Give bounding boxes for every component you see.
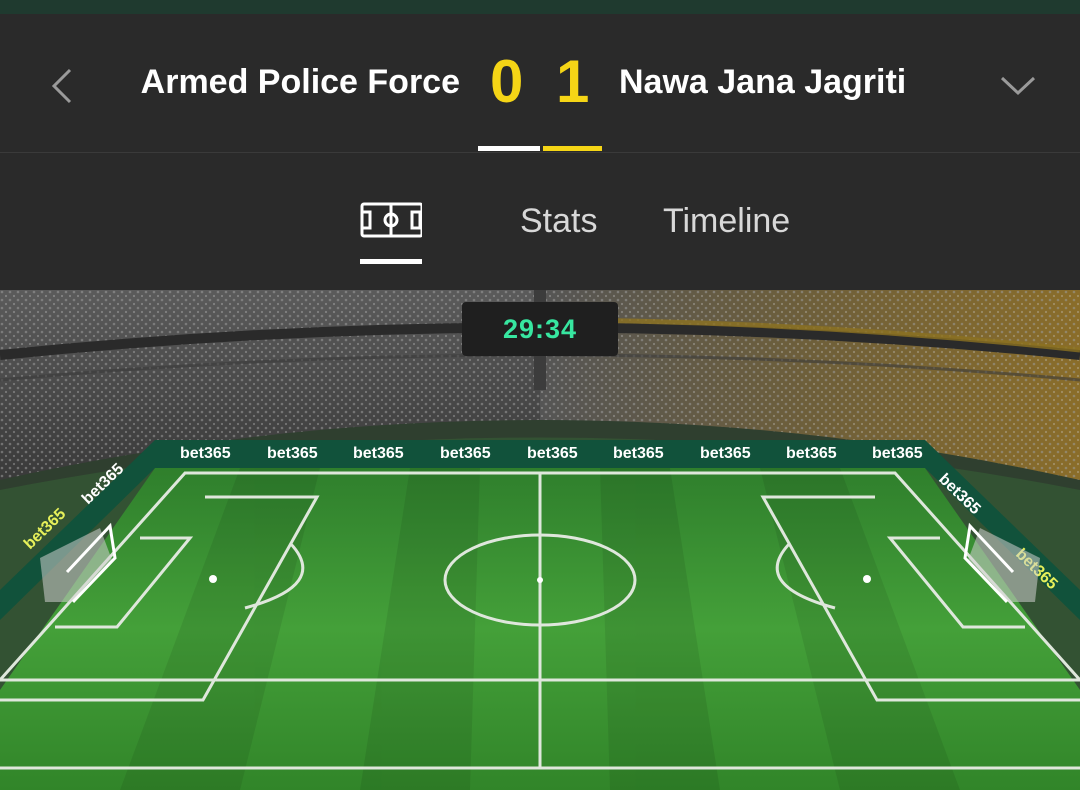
view-tabs: Stats Timeline: [0, 153, 1080, 290]
tab-pitch[interactable]: [360, 201, 424, 265]
home-score-indicator: [478, 146, 540, 151]
ad-text: bet365: [786, 445, 837, 462]
match-header: Armed Police Force 0 1 Nawa Jana Jagriti: [0, 14, 1080, 153]
home-score: 0: [490, 48, 524, 115]
away-score: 1: [556, 48, 590, 115]
chevron-left-icon: [51, 68, 72, 104]
ad-text: bet365: [527, 445, 578, 462]
pitch-visualization: bet365 bet365 bet365 bet365 bet365 bet36…: [0, 290, 1080, 790]
away-team-name: Nawa Jana Jagriti: [619, 63, 907, 101]
ad-text: bet365: [353, 445, 404, 462]
match-clock: 29:34: [462, 302, 618, 356]
ad-text: bet365: [180, 445, 231, 462]
ad-text: bet365: [872, 445, 923, 462]
pitch-icon: [360, 202, 424, 238]
ad-text: bet365: [700, 445, 751, 462]
active-tab-indicator: [360, 259, 422, 264]
home-team-name: Armed Police Force: [140, 63, 460, 101]
ad-text: bet365: [613, 445, 664, 462]
chevron-down-icon: [1000, 76, 1036, 96]
match-dropdown-button[interactable]: [996, 64, 1040, 108]
back-button[interactable]: [40, 64, 84, 108]
stadium-graphic: bet365 bet365 bet365 bet365 bet365 bet36…: [0, 290, 1080, 790]
top-strip: [0, 0, 1080, 14]
away-score-indicator: [543, 146, 602, 151]
ad-text: bet365: [440, 445, 491, 462]
ad-text: bet365: [267, 445, 318, 462]
tab-timeline[interactable]: Timeline: [663, 201, 790, 241]
tab-stats[interactable]: Stats: [520, 201, 597, 241]
